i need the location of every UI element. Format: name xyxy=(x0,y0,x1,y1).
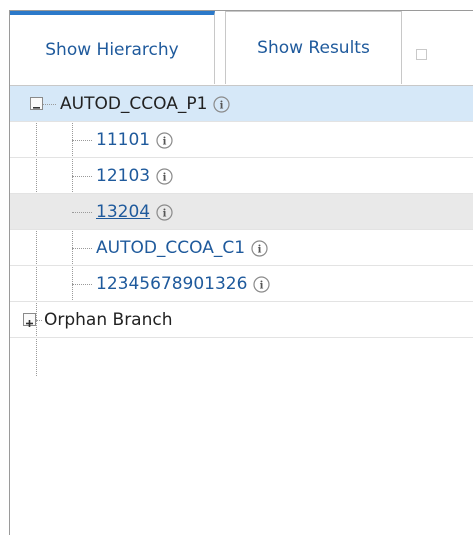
svg-text:i: i xyxy=(260,280,264,291)
tree-node-child[interactable]: 11101 i xyxy=(96,130,173,150)
info-icon[interactable]: i xyxy=(156,131,173,149)
info-icon[interactable]: i xyxy=(156,203,173,221)
tab-show-results[interactable]: Show Results xyxy=(225,11,402,84)
svg-text:i: i xyxy=(163,208,167,219)
tree-node-child[interactable]: 12345678901326 i xyxy=(96,274,271,294)
expand-icon[interactable] xyxy=(23,313,36,327)
tree-node-label[interactable]: 12103 xyxy=(96,166,150,186)
tree-node-child[interactable]: 12103 i xyxy=(96,166,173,186)
tree-node-label[interactable]: 12345678901326 xyxy=(96,274,247,294)
tree-connector-h xyxy=(72,248,92,249)
tree-connector-h xyxy=(36,320,42,321)
svg-text:i: i xyxy=(163,172,167,183)
tree-node-label[interactable]: 13204 xyxy=(96,202,150,222)
tree-row-root[interactable]: AUTOD_CCOA_P1 i xyxy=(10,86,473,122)
tree-node-child[interactable]: AUTOD_CCOA_C1 i xyxy=(96,238,268,258)
tree-row-child[interactable]: 12345678901326 i xyxy=(10,266,473,302)
tree-row-child[interactable]: 11101 i xyxy=(10,122,473,158)
info-icon[interactable]: i xyxy=(213,95,231,113)
tree-connector-h xyxy=(72,284,92,285)
tree-node-root-label[interactable]: AUTOD_CCOA_P1 xyxy=(60,94,207,114)
collapse-icon[interactable] xyxy=(30,97,43,110)
tree-row-orphan[interactable]: Orphan Branch xyxy=(10,302,473,338)
tree-row-child-hovered[interactable]: 13204 i xyxy=(10,194,473,230)
tree-node-label[interactable]: 11101 xyxy=(96,130,150,150)
tree-node-root[interactable]: AUTOD_CCOA_P1 i xyxy=(60,94,231,114)
svg-text:i: i xyxy=(220,100,224,111)
tree-node-child[interactable]: 13204 i xyxy=(96,202,173,222)
tree-row-child[interactable]: AUTOD_CCOA_C1 i xyxy=(10,230,473,266)
tree-connector-h xyxy=(72,140,92,141)
info-icon[interactable]: i xyxy=(253,275,271,293)
tree-connector-h xyxy=(72,212,92,213)
tree-connector-h xyxy=(72,176,92,177)
tab-bar: Show Hierarchy Show Results xyxy=(10,11,473,86)
tab-checkbox[interactable] xyxy=(416,49,427,60)
info-icon[interactable]: i xyxy=(156,167,173,185)
tree-node-orphan-label[interactable]: Orphan Branch xyxy=(44,310,173,330)
tree-node-label[interactable]: AUTOD_CCOA_C1 xyxy=(96,238,245,258)
hierarchy-panel: Show Hierarchy Show Results AUTOD_CCOA_P… xyxy=(9,10,473,535)
tab-show-hierarchy[interactable]: Show Hierarchy xyxy=(10,11,215,84)
tree-row-child[interactable]: 12103 i xyxy=(10,158,473,194)
tab-show-hierarchy-label: Show Hierarchy xyxy=(45,39,179,60)
svg-text:i: i xyxy=(163,136,167,147)
svg-text:i: i xyxy=(258,244,262,255)
tree-connector-h xyxy=(43,104,56,105)
tab-show-results-label: Show Results xyxy=(257,38,370,58)
info-icon[interactable]: i xyxy=(251,239,268,257)
